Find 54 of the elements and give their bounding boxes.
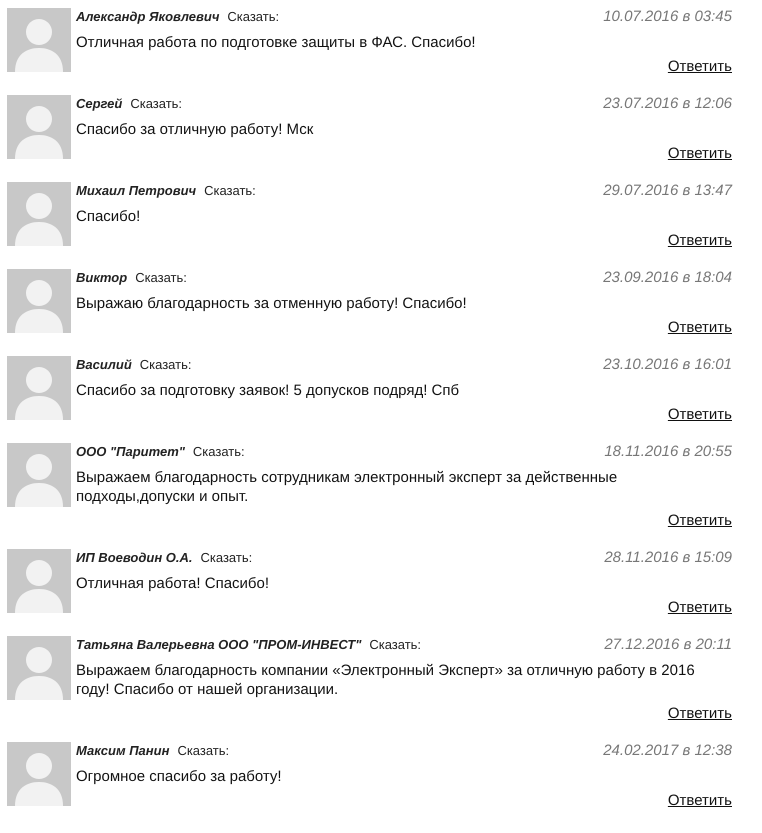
reply-link[interactable]: Ответить: [668, 791, 732, 810]
author-name: Виктор: [76, 270, 128, 285]
comment-text: Огромное спасибо за работу!: [76, 767, 283, 786]
avatar-icon: [7, 8, 71, 72]
reply-link[interactable]: Ответить: [668, 57, 732, 76]
author-name: ООО "Паритет": [76, 444, 185, 459]
say-label: Сказать:: [204, 183, 256, 198]
say-label: Сказать:: [192, 444, 245, 459]
comment-date: 23.09.2016 в 18:04: [603, 269, 732, 286]
comment-text: Выражаем благодарность компании «Электронный Эксперт» за отличную работу в 2016 году! Спасибо от нашей организации.: [76, 661, 696, 699]
author-name: Василий: [76, 357, 132, 372]
author-name: Сергей: [76, 96, 122, 111]
avatar-icon: [7, 443, 71, 507]
avatar-icon: [7, 269, 71, 333]
say-label: Сказать:: [177, 743, 230, 758]
comment-text: Спасибо за отличную работу! Мск: [76, 120, 314, 139]
comment-text: Спасибо за подготовку заявок! 5 допусков подряд! Спб: [76, 381, 460, 400]
reply-link[interactable]: Ответить: [668, 231, 732, 250]
avatar-icon: [7, 636, 71, 700]
avatar-icon: [7, 356, 71, 420]
comment-text: Отличная работа! Спасибо!: [76, 574, 270, 593]
comment-date: 23.10.2016 в 16:01: [603, 356, 732, 373]
author-name: Александр Яковлевич: [76, 9, 220, 24]
comment-date: 28.11.2016 в 15:09: [604, 549, 732, 566]
avatar-icon: [7, 95, 71, 159]
comment-text: Спасибо!: [76, 207, 142, 226]
reply-link[interactable]: Ответить: [668, 511, 732, 530]
avatar-icon: [7, 549, 71, 613]
comment-text: Отличная работа по подготовке защиты в ФАС. Спасибо!: [76, 33, 477, 52]
say-label: Сказать:: [369, 637, 422, 652]
reply-link[interactable]: Ответить: [668, 598, 732, 617]
comment-date: 18.11.2016 в 20:55: [604, 443, 732, 460]
reply-link[interactable]: Ответить: [668, 405, 732, 424]
avatar-icon: [7, 182, 71, 246]
author-name: Михаил Петрович: [76, 183, 196, 198]
comment-text: Выражаем благодарность сотрудникам электронный эксперт за действенные подходы,допуски и опыт.: [76, 468, 618, 506]
say-label: Сказать:: [135, 270, 187, 285]
say-label: Сказать:: [200, 550, 252, 565]
author-name: ИП Воеводин О.А.: [76, 550, 193, 565]
comment-date: 27.12.2016 в 20:11: [604, 636, 732, 653]
reply-link[interactable]: Ответить: [668, 704, 732, 723]
comment-date: 10.07.2016 в 03:45: [603, 8, 732, 25]
author-name: Татьяна Валерьевна ООО "ПРОМ-ИНВЕСТ": [76, 637, 362, 652]
comment-text: Выражаю благодарность за отменную работу! Спасибо!: [76, 294, 468, 313]
say-label: Сказать:: [140, 357, 192, 372]
say-label: Сказать:: [130, 96, 182, 111]
author-name: Максим Панин: [76, 743, 170, 758]
comment-date: 29.07.2016 в 13:47: [603, 182, 732, 199]
say-label: Сказать:: [227, 9, 280, 24]
reply-link[interactable]: Ответить: [668, 318, 732, 337]
comment-date: 23.07.2016 в 12:06: [603, 95, 732, 112]
comment-date: 24.02.2017 в 12:38: [603, 742, 732, 759]
reply-link[interactable]: Ответить: [668, 144, 732, 163]
avatar-icon: [7, 742, 71, 806]
